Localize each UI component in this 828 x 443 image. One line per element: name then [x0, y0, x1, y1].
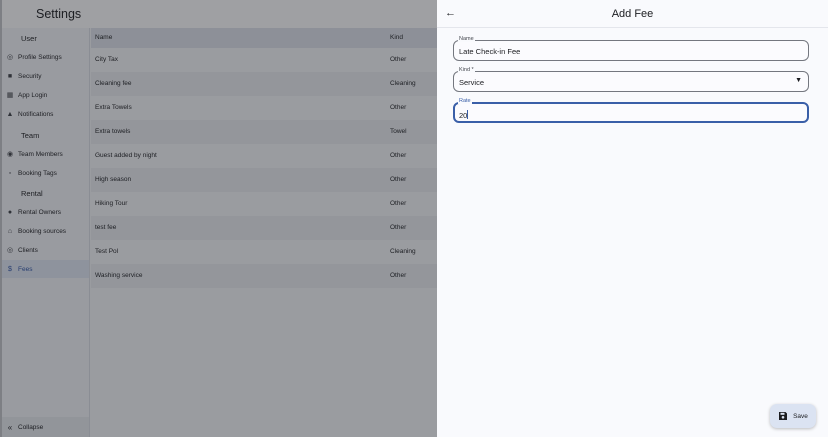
kind-select-label: Kind * [458, 67, 475, 73]
floppy-disk-icon [779, 412, 788, 420]
text-caret [467, 110, 469, 119]
rate-field[interactable]: Rate 20 [453, 98, 809, 123]
name-field-value: Late Check-in Fee [459, 47, 521, 56]
dropdown-arrow-icon: ▼ [795, 77, 802, 84]
kind-select[interactable]: Kind * Service ▼ [453, 67, 809, 92]
name-field[interactable]: Name Late Check-in Fee [453, 36, 809, 61]
add-fee-dialog: ← Add Fee Name Late Check-in Fee Kind * … [437, 0, 828, 437]
save-button[interactable]: Save [770, 404, 816, 428]
app-root: Settings User ◎ Profile Settings ■ Secur… [0, 0, 828, 443]
rate-field-value: 20 [459, 109, 469, 120]
dialog-title: Add Fee [611, 8, 654, 20]
dialog-header: ← Add Fee [437, 0, 828, 28]
settings-page: Settings User ◎ Profile Settings ■ Secur… [0, 0, 439, 437]
name-field-label: Name [458, 36, 475, 42]
modal-scrim[interactable] [2, 0, 439, 437]
rate-field-label: Rate [458, 98, 472, 104]
rate-field-text: 20 [459, 111, 468, 120]
save-button-label: Save [793, 412, 808, 420]
kind-select-value: Service [459, 78, 485, 87]
